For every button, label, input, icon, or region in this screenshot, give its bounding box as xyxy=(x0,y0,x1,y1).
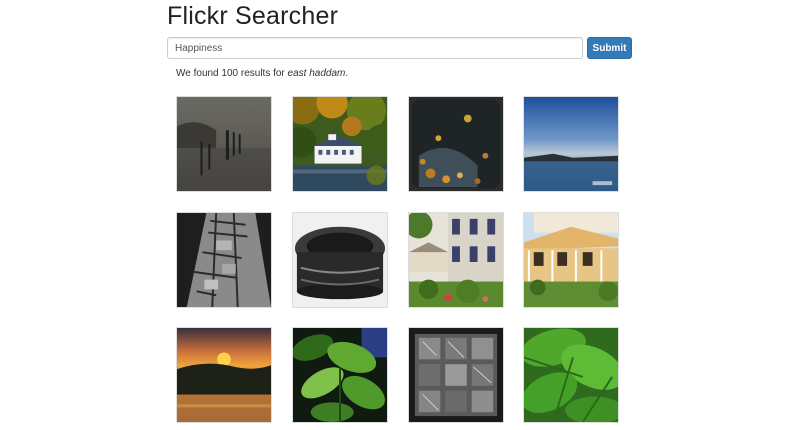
photo-ornate-bowl-rim xyxy=(293,213,387,307)
photo-tile[interactable] xyxy=(176,327,272,423)
photo-tile[interactable] xyxy=(408,327,504,423)
photo-tile[interactable] xyxy=(176,212,272,308)
page-title: Flickr Searcher xyxy=(167,2,339,30)
photo-misty-river-pilings xyxy=(177,97,271,191)
photo-tile[interactable] xyxy=(292,212,388,308)
photo-house-porch-garden xyxy=(409,213,503,307)
results-prefix: We found 100 results for xyxy=(176,68,288,79)
photo-tile[interactable] xyxy=(176,96,272,192)
photo-tile[interactable] xyxy=(292,96,388,192)
photo-tile[interactable] xyxy=(408,96,504,192)
photo-blue-fog-lake xyxy=(524,97,618,191)
submit-button[interactable]: Submit xyxy=(587,37,632,59)
results-query: east haddam xyxy=(287,68,346,79)
photo-tile[interactable] xyxy=(292,327,388,423)
photo-autumn-leaves-puddle xyxy=(409,97,503,191)
photo-cobblestone-path xyxy=(177,213,271,307)
search-input[interactable] xyxy=(167,37,583,59)
results-message: We found 100 results for east haddam. xyxy=(176,68,348,79)
photo-tile[interactable] xyxy=(408,212,504,308)
photo-tile[interactable] xyxy=(523,327,619,423)
results-suffix: . xyxy=(345,68,349,79)
photo-yellow-house-porch xyxy=(524,213,618,307)
photo-sunset-over-hills xyxy=(177,328,271,422)
photo-tile[interactable] xyxy=(523,96,619,192)
photo-green-leaves-plant xyxy=(293,328,387,422)
photo-window-panes-bw xyxy=(409,328,503,422)
search-form: Submit xyxy=(167,37,633,59)
photo-green-leaf-closeup xyxy=(524,328,618,422)
photo-tile[interactable] xyxy=(523,212,619,308)
photo-white-mansion-autumn xyxy=(293,97,387,191)
